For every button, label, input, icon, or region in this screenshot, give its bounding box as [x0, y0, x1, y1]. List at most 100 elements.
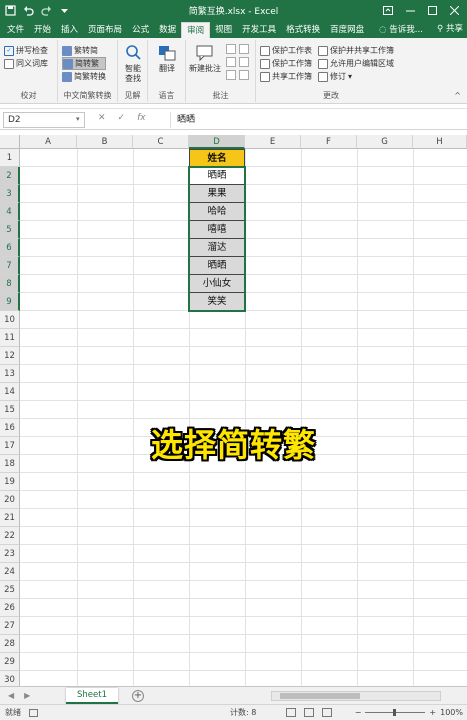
name-box[interactable]: D2 [3, 112, 85, 128]
column-header-f[interactable]: F [301, 135, 357, 149]
tab-developer[interactable]: 开发工具 [237, 22, 281, 38]
tab-baidu-netdisk[interactable]: 百度网盘 [325, 22, 369, 38]
row-header[interactable]: 30 [0, 671, 20, 686]
row-header[interactable]: 12 [0, 347, 20, 365]
enter-icon[interactable]: ✓ [118, 113, 126, 123]
zoom-in-icon[interactable]: + [429, 708, 436, 717]
row-header[interactable]: 27 [0, 617, 20, 635]
cell-d7[interactable]: 晒晒 [189, 257, 245, 275]
tab-formulas[interactable]: 公式 [127, 22, 154, 38]
row-header[interactable]: 25 [0, 581, 20, 599]
protect-workbook-button[interactable]: 保护工作簿 [260, 57, 312, 70]
row-header[interactable]: 9 [0, 293, 20, 311]
chinese-convert-button[interactable]: 简繁转换 [62, 70, 106, 83]
cell-d8[interactable]: 小仙女 [189, 275, 245, 293]
row-header[interactable]: 4 [0, 203, 20, 221]
tab-data[interactable]: 数据 [154, 22, 181, 38]
next-comment-icon[interactable] [226, 57, 236, 67]
select-all-corner[interactable] [0, 135, 20, 149]
tab-view[interactable]: 视图 [210, 22, 237, 38]
next-sheet-icon[interactable]: ▶ [24, 691, 30, 700]
row-header[interactable]: 5 [0, 221, 20, 239]
track-changes-button[interactable]: 修订 ▾ [318, 70, 394, 83]
row-header[interactable]: 29 [0, 653, 20, 671]
row-header[interactable]: 21 [0, 509, 20, 527]
zoom-out-icon[interactable]: − [355, 708, 362, 717]
protect-share-button[interactable]: 保护并共享工作簿 [318, 44, 394, 57]
row-header[interactable]: 3 [0, 185, 20, 203]
thesaurus-button[interactable]: 同义词库 [4, 57, 48, 70]
previous-comment-icon[interactable] [239, 44, 249, 54]
row-header[interactable]: 6 [0, 239, 20, 257]
column-header-a[interactable]: A [20, 135, 77, 149]
ribbon-options-icon[interactable] [377, 2, 399, 18]
cell-d1-header[interactable]: 姓名 [189, 149, 245, 167]
row-header[interactable]: 7 [0, 257, 20, 275]
show-all-comments-icon[interactable] [226, 70, 236, 80]
row-header[interactable]: 28 [0, 635, 20, 653]
maximize-icon[interactable] [421, 2, 443, 18]
row-header[interactable]: 8 [0, 275, 20, 293]
column-header-g[interactable]: G [357, 135, 413, 149]
translate-button[interactable]: 翻译 [155, 44, 179, 74]
spell-check-button[interactable]: ✓ 拼写检查 [4, 44, 48, 57]
smart-lookup-button[interactable]: 智能 查找 [121, 44, 145, 84]
row-header[interactable]: 2 [0, 167, 20, 185]
prev-sheet-icon[interactable]: ◀ [8, 691, 14, 700]
column-header-d[interactable]: D [189, 135, 245, 149]
minimize-icon[interactable] [399, 2, 421, 18]
horizontal-scrollbar[interactable] [271, 691, 441, 701]
cell-d5[interactable]: 嘻嘻 [189, 221, 245, 239]
scrollbar-thumb[interactable] [280, 693, 360, 699]
column-header-h[interactable]: H [413, 135, 467, 149]
sheet-tab[interactable]: Sheet1 [66, 687, 118, 704]
cell-d3[interactable]: 果果 [189, 185, 245, 203]
share-workbook-button[interactable]: 共享工作簿 [260, 70, 312, 83]
cell-d2[interactable]: 晒晒 [189, 167, 245, 185]
name-box-dropdown-icon[interactable]: ▾ [76, 115, 80, 123]
close-icon[interactable] [443, 2, 465, 18]
share-button[interactable]: ⚲ 共享 [437, 22, 463, 36]
row-header[interactable]: 26 [0, 599, 20, 617]
row-header[interactable]: 11 [0, 329, 20, 347]
tab-format-convert[interactable]: 格式转换 [281, 22, 325, 38]
row-header[interactable]: 10 [0, 311, 20, 329]
row-header[interactable]: 24 [0, 563, 20, 581]
cancel-icon[interactable]: ✕ [98, 113, 106, 123]
row-header[interactable]: 19 [0, 473, 20, 491]
column-header-e[interactable]: E [245, 135, 301, 149]
show-ink-icon[interactable] [239, 70, 249, 80]
row-header[interactable]: 13 [0, 365, 20, 383]
zoom-level[interactable]: 100% [440, 708, 463, 717]
collapse-ribbon-icon[interactable]: ^ [454, 91, 461, 100]
tab-home[interactable]: 开始 [29, 22, 56, 38]
spreadsheet-grid[interactable]: A B C D E F G H 1 2 3 4 5 6 7 8 9 10 11 12 13 14 15 16 1… [0, 135, 467, 686]
tab-review[interactable]: 审阅 [181, 22, 211, 38]
protect-sheet-button[interactable]: 保护工作表 [260, 44, 312, 57]
new-comment-button[interactable]: 新建批注 [188, 44, 222, 74]
simplified-to-traditional-button[interactable]: 简转繁 [62, 57, 106, 70]
delete-comment-icon[interactable] [226, 44, 236, 54]
add-sheet-icon[interactable]: + [132, 689, 144, 702]
page-break-view-icon[interactable] [322, 708, 332, 717]
show-comment-icon[interactable] [239, 57, 249, 67]
row-header[interactable]: 1 [0, 149, 20, 167]
allow-edit-ranges-button[interactable]: 允许用户编辑区域 [318, 57, 394, 70]
traditional-to-simplified-button[interactable]: 繁转简 [62, 44, 106, 57]
row-header[interactable]: 14 [0, 383, 20, 401]
cell-d6[interactable]: 溜达 [189, 239, 245, 257]
column-header-b[interactable]: B [77, 135, 133, 149]
tell-me-search[interactable]: ◌ 告诉我... [379, 22, 423, 38]
formula-input[interactable]: 晒晒 [170, 112, 463, 128]
row-header[interactable]: 22 [0, 527, 20, 545]
normal-view-icon[interactable] [286, 708, 296, 717]
zoom-slider[interactable] [365, 709, 426, 716]
row-header[interactable]: 15 [0, 401, 20, 419]
column-header-c[interactable]: C [133, 135, 189, 149]
tab-file[interactable]: 文件 [2, 22, 29, 38]
row-header[interactable]: 20 [0, 491, 20, 509]
cell-d9[interactable]: 笑笑 [189, 293, 245, 311]
insert-function-icon[interactable]: fx [137, 113, 146, 123]
tab-insert[interactable]: 插入 [56, 22, 83, 38]
row-header[interactable]: 23 [0, 545, 20, 563]
